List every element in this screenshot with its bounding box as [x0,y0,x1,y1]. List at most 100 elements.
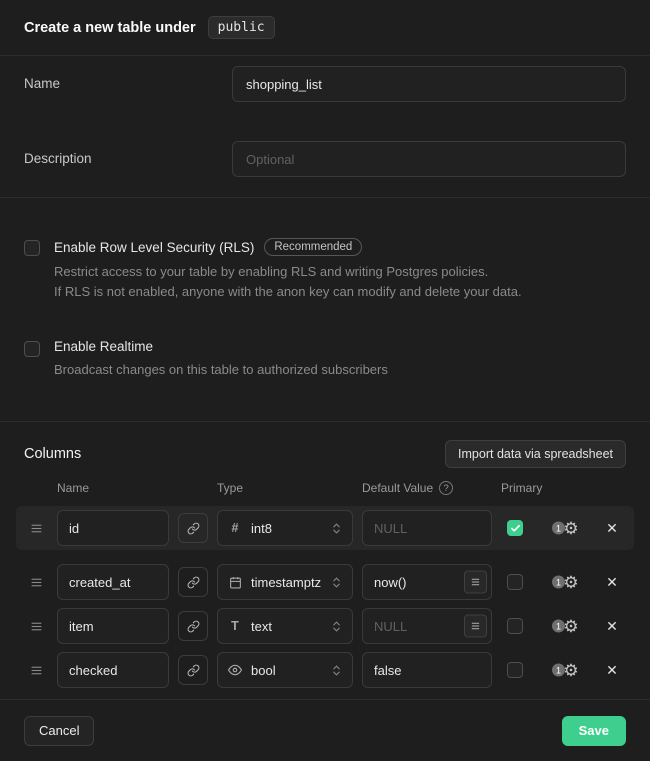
gear-icon: ⚙ [563,520,578,537]
rls-description-line2: If RLS is not enabled, anyone with the a… [54,282,522,302]
default-value-cell [362,652,492,688]
column-settings-button[interactable]: 1 ⚙ [554,520,588,537]
remove-column-button[interactable]: ✕ [603,520,621,537]
remove-column-button[interactable]: ✕ [603,662,621,679]
chevron-updown-icon [330,522,343,535]
foreign-key-link-icon[interactable] [178,655,208,685]
remove-column-button[interactable]: ✕ [603,574,621,591]
toggles-section: Enable Row Level Security (RLS) Recommen… [0,198,650,422]
default-value-input[interactable] [362,652,492,688]
suggestions-menu-icon[interactable] [464,571,487,594]
rls-description-line1: Restrict access to your table by enablin… [54,262,522,282]
foreign-key-link-icon[interactable] [178,611,208,641]
foreign-key-link-icon[interactable] [178,567,208,597]
columns-title: Columns [24,446,81,462]
name-row: Name [24,66,626,102]
column-type-value: int8 [251,521,272,536]
column-name-input[interactable] [57,608,169,644]
foreign-key-link-icon[interactable] [178,513,208,543]
gear-icon: ⚙ [563,574,578,591]
save-button[interactable]: Save [562,716,626,746]
drag-handle-icon[interactable] [24,664,48,677]
column-type-select[interactable]: bool [217,652,353,688]
eye-icon [227,663,243,677]
column-type-select[interactable]: T text [217,608,353,644]
calendar-icon [227,576,243,589]
settings-count-badge: 1 [552,664,565,677]
create-table-dialog: Create a new table under public Name Des… [0,0,650,761]
suggestions-menu-icon[interactable] [464,615,487,638]
description-row: Description [24,141,626,177]
realtime-checkbox[interactable] [24,341,40,357]
column-name-input[interactable] [57,564,169,600]
column-header-default-wrap: Default Value ? [362,481,492,495]
column-type-select[interactable]: timestamptz [217,564,353,600]
dialog-title: Create a new table under [24,20,196,36]
column-type-value: bool [251,663,276,678]
column-header-primary: Primary [501,481,545,495]
column-header-default: Default Value [362,481,433,495]
column-type-value: text [251,619,272,634]
column-settings-button[interactable]: 1 ⚙ [554,618,588,635]
rls-toggle-row: Enable Row Level Security (RLS) Recommen… [24,238,626,302]
column-type-value: timestamptz [251,575,321,590]
gear-icon: ⚙ [563,662,578,679]
default-value-cell [362,564,492,600]
column-type-select[interactable]: # int8 [217,510,353,546]
name-label: Name [24,66,232,91]
description-label: Description [24,141,232,166]
letter-t-icon: T [227,619,243,633]
primary-key-checkbox[interactable] [507,618,523,634]
column-header-name: Name [57,481,169,495]
rls-label-line: Enable Row Level Security (RLS) Recommen… [54,238,522,256]
realtime-label: Enable Realtime [54,339,153,354]
cancel-button[interactable]: Cancel [24,716,94,746]
realtime-toggle-row: Enable Realtime Broadcast changes on thi… [24,339,626,380]
rls-checkbox[interactable] [24,240,40,256]
chevron-updown-icon [330,620,343,633]
settings-count-badge: 1 [552,522,565,535]
realtime-text-block: Enable Realtime Broadcast changes on thi… [54,339,388,380]
column-settings-button[interactable]: 1 ⚙ [554,662,588,679]
column-name-input[interactable] [57,652,169,688]
default-value-cell [362,510,492,546]
remove-column-button[interactable]: ✕ [603,618,621,635]
column-name-input[interactable] [57,510,169,546]
column-row-created-at: timestamptz 1 ⚙ ✕ [24,564,626,600]
default-value-cell [362,608,492,644]
gear-icon: ⚙ [563,618,578,635]
realtime-description: Broadcast changes on this table to autho… [54,360,388,380]
settings-count-badge: 1 [552,620,565,633]
chevron-updown-icon [330,576,343,589]
drag-handle-icon[interactable] [24,522,48,535]
rls-description: Restrict access to your table by enablin… [54,262,522,302]
rls-text-block: Enable Row Level Security (RLS) Recommen… [54,238,522,302]
column-row-item: T text 1 ⚙ ✕ [24,608,626,644]
hash-icon: # [227,521,243,535]
table-name-input[interactable] [232,66,626,102]
table-info-section: Name Description [0,56,650,198]
column-row-id: # int8 1 ⚙ ✕ [16,506,634,550]
settings-count-badge: 1 [552,576,565,589]
recommended-badge: Recommended [264,238,362,256]
realtime-label-line: Enable Realtime [54,339,388,354]
column-header-type: Type [217,481,353,495]
table-description-input[interactable] [232,141,626,177]
columns-section: Columns Import data via spreadsheet Name… [0,422,650,700]
primary-key-checkbox[interactable] [507,662,523,678]
columns-table-head: Name Type Default Value ? Primary [24,480,626,496]
dialog-footer: Cancel Save [0,700,650,761]
import-spreadsheet-button[interactable]: Import data via spreadsheet [445,440,626,468]
drag-handle-icon[interactable] [24,576,48,589]
dialog-header: Create a new table under public [0,0,650,56]
rls-label: Enable Row Level Security (RLS) [54,240,254,255]
primary-key-checkbox[interactable] [507,574,523,590]
column-row-checked: bool 1 ⚙ ✕ [24,652,626,688]
column-settings-button[interactable]: 1 ⚙ [554,574,588,591]
chevron-updown-icon [330,664,343,677]
drag-handle-icon[interactable] [24,620,48,633]
primary-key-checkbox[interactable] [507,520,523,536]
default-value-input[interactable] [362,510,492,546]
help-icon[interactable]: ? [439,481,453,495]
schema-badge: public [208,16,275,39]
